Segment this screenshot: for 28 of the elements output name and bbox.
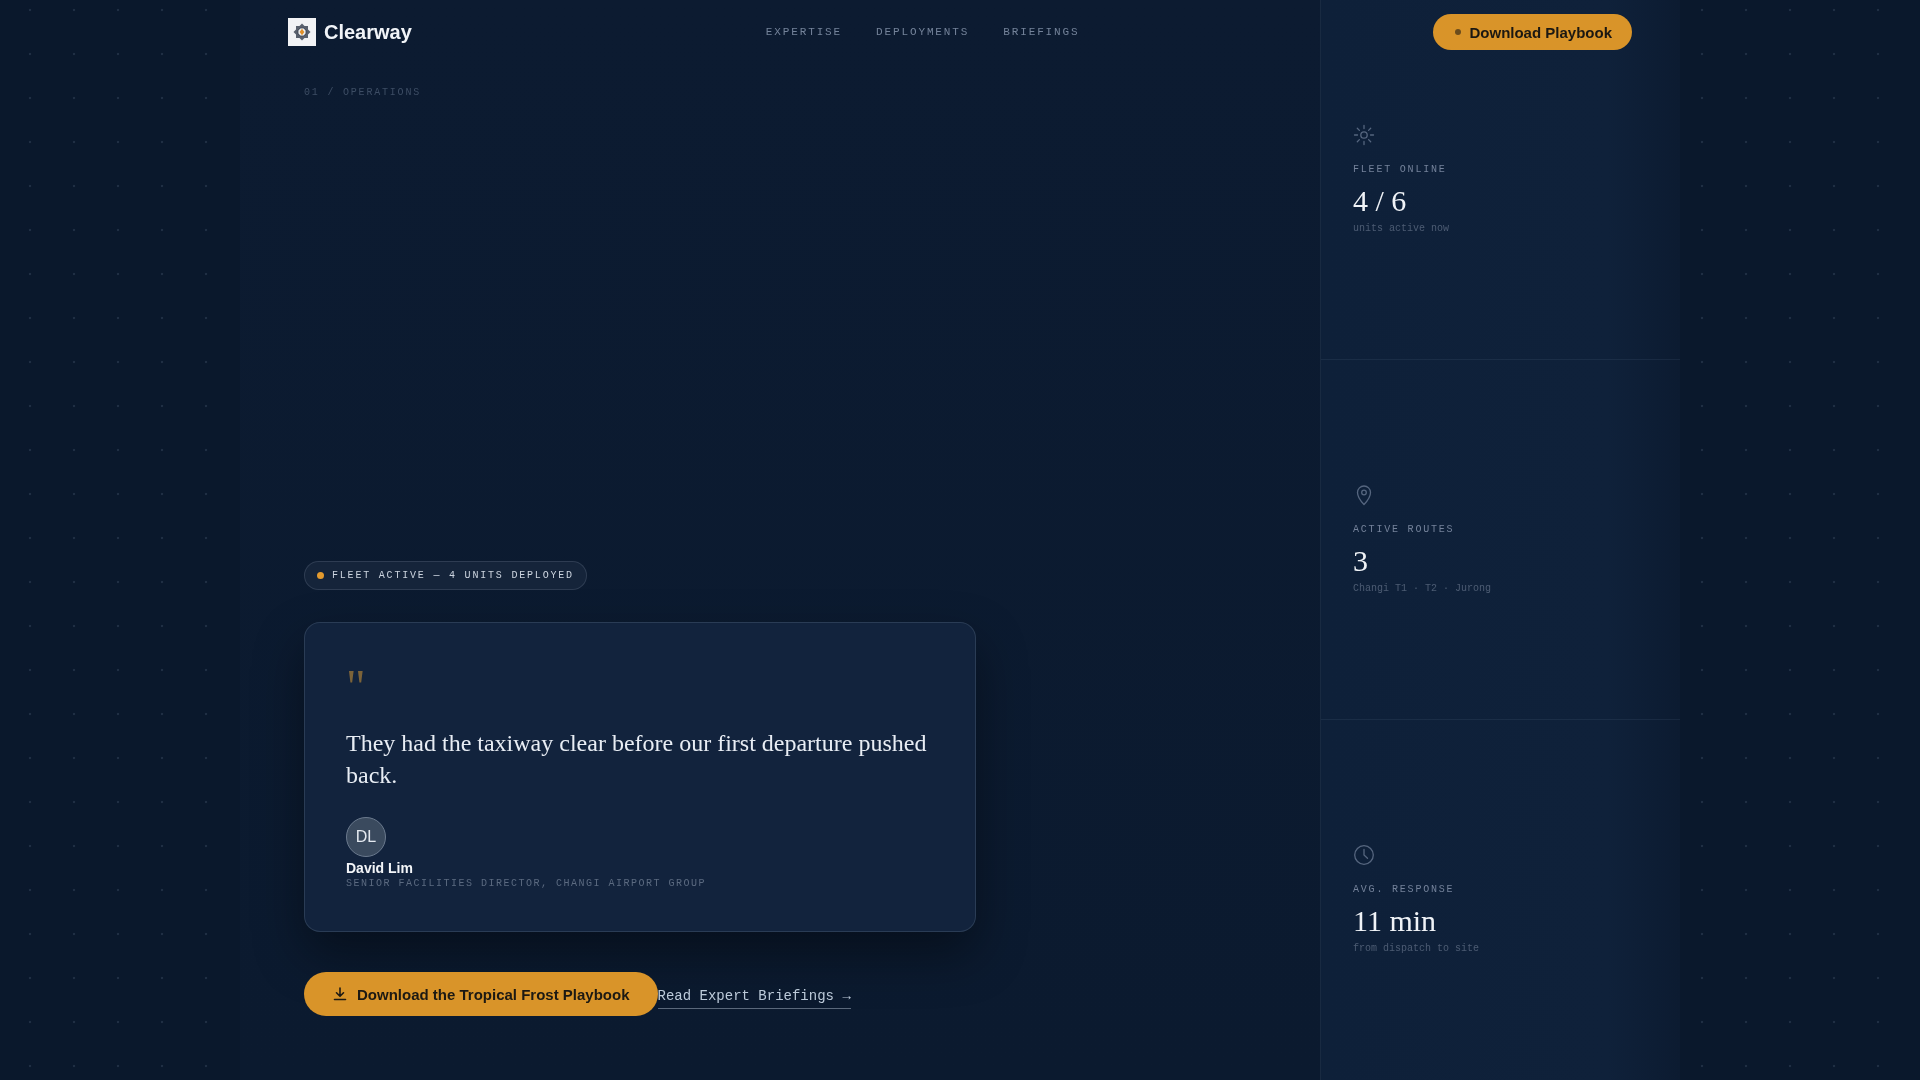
logo-icon[interactable] (288, 18, 316, 46)
quote-text: They had the taxiway clear before our first departure pushed back. (346, 729, 928, 790)
dot-icon (1455, 29, 1462, 35)
brand-name[interactable]: Clearway (324, 20, 412, 44)
clock-icon (1353, 844, 1375, 866)
stat-value: 4 / 6 (1353, 182, 1407, 219)
stat-note: units active now (1353, 221, 1449, 236)
nav-link[interactable]: BRIEFINGS (1003, 24, 1080, 40)
stat-note: from dispatch to site (1353, 942, 1480, 956)
briefings-link[interactable]: Read Expert Briefings → (657, 987, 851, 1009)
stat-note: Changi T1 · T2 · Jurong (1353, 581, 1492, 596)
sun-icon (1353, 123, 1375, 146)
download-icon (333, 987, 347, 1001)
stat-label: ACTIVE ROUTES (1353, 522, 1455, 537)
download-button[interactable]: Download the Tropical Frost Playbook (304, 972, 658, 1016)
author-role: SENIOR FACILITIES DIRECTOR, CHANGI AIRPORT GROUP (346, 877, 707, 891)
status-text: FLEET ACTIVE — 4 UNITS DEPLOYED (332, 568, 574, 583)
nav-link[interactable]: EXPERTISE (765, 24, 843, 40)
author-avatar: DL (346, 817, 386, 857)
stat-label: FLEET ONLINE (1353, 162, 1447, 177)
stat-label: AVG. RESPONSE (1353, 883, 1455, 897)
author-name: David Lim (346, 859, 413, 877)
stat-value: 11 min (1353, 903, 1437, 939)
nav-link[interactable]: DEPLOYMENTS (876, 24, 970, 40)
download-playbook-button[interactable]: Download Playbook (1433, 14, 1632, 50)
status-dot-icon (317, 572, 324, 579)
quote-mark: " (346, 663, 366, 711)
stat-value: 3 (1353, 542, 1368, 579)
